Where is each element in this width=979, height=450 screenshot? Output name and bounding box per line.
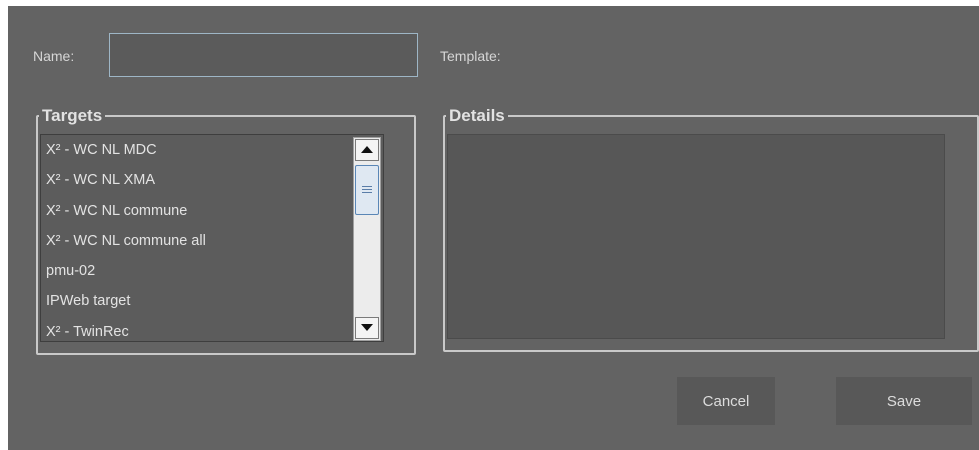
targets-group: Targets X² - WC NL MDC X² - WC NL XMA X² -…	[36, 107, 416, 355]
list-item[interactable]: X² - WC NL commune all	[41, 226, 383, 256]
targets-items: X² - WC NL MDC X² - WC NL XMA X² - WC NL c…	[41, 135, 383, 341]
save-button[interactable]: Save	[836, 377, 972, 425]
scroll-up-button[interactable]	[355, 139, 379, 161]
list-item[interactable]: X² - TwinRec	[41, 317, 383, 341]
grip-icon	[362, 192, 372, 193]
list-item[interactable]: X² - WC NL MDC	[41, 135, 383, 165]
targets-list[interactable]: X² - WC NL MDC X² - WC NL XMA X² - WC NL c…	[40, 134, 384, 342]
details-group: Details	[443, 107, 979, 352]
scroll-thumb[interactable]	[355, 165, 379, 215]
details-panel	[447, 134, 945, 339]
list-item[interactable]: X² - WC NL commune	[41, 196, 383, 226]
details-legend: Details	[449, 106, 505, 125]
list-item[interactable]: IPWeb target	[41, 286, 383, 316]
cancel-button[interactable]: Cancel	[677, 377, 775, 425]
scroll-down-button[interactable]	[355, 317, 379, 339]
name-input[interactable]	[109, 33, 418, 77]
grip-icon	[362, 189, 372, 190]
list-item[interactable]: X² - WC NL XMA	[41, 165, 383, 195]
arrow-down-icon	[361, 324, 373, 331]
targets-legend: Targets	[42, 106, 103, 125]
targets-scrollbar[interactable]	[353, 137, 381, 341]
edit-dialog: Name: Template: Targets X² - WC NL MDC X²…	[8, 6, 979, 450]
grip-icon	[362, 186, 372, 187]
name-label: Name:	[33, 48, 75, 64]
arrow-up-icon	[361, 146, 373, 153]
list-item[interactable]: pmu-02	[41, 256, 383, 286]
template-label: Template:	[440, 48, 501, 64]
